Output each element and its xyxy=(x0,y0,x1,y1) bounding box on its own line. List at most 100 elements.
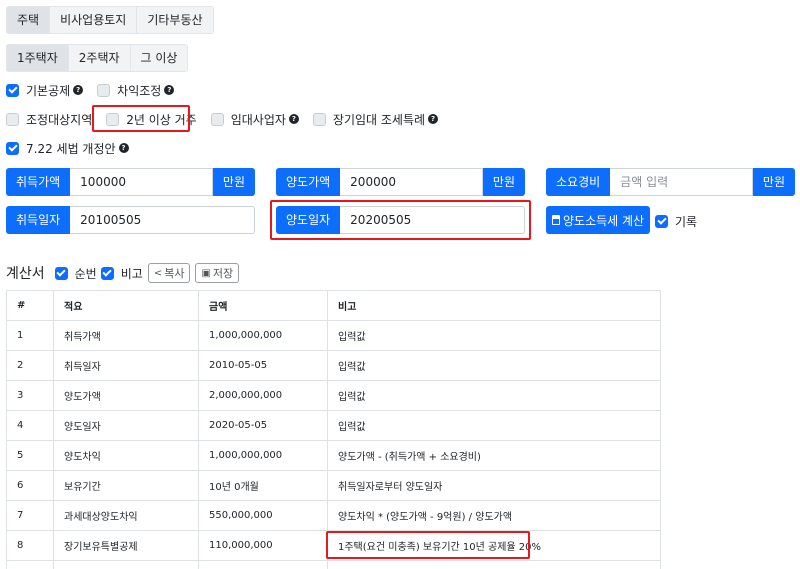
acquisition-date-label: 취득일자 xyxy=(6,206,71,234)
row-item: 양도일자 xyxy=(53,410,199,441)
tax-revision-checkbox[interactable]: 7.22 세법 개정안 ? xyxy=(6,140,129,157)
tab-one-house[interactable]: 1주택자 xyxy=(6,44,69,72)
copy-label: 복사 xyxy=(164,267,185,280)
rental-business-checkbox[interactable]: 임대사업자 ? xyxy=(210,111,299,128)
help-icon[interactable]: ? xyxy=(118,143,129,153)
basic-deduction-checkbox[interactable]: 기본공제 ? xyxy=(6,82,84,99)
gain-adjustment-label: 차익조정 xyxy=(117,83,162,98)
table-row: 1 취득가액 1,000,000,000 입력값 xyxy=(6,320,661,351)
house-count-tabs: 1주택자 2주택자 그 이상 xyxy=(6,44,189,72)
acquisition-price-unit: 만원 xyxy=(212,168,255,196)
header-number: # xyxy=(6,290,54,321)
checkbox-checked-icon[interactable] xyxy=(6,83,19,97)
gain-adjustment-checkbox[interactable]: 차익조정 ? xyxy=(97,82,175,99)
expenses-unit: 만원 xyxy=(752,168,795,196)
table-row: 4 양도일자 2020-05-05 입력값 xyxy=(6,410,661,441)
tab-two-houses[interactable]: 2주택자 xyxy=(68,44,131,72)
row-item: 취득가액 xyxy=(53,320,199,351)
acquisition-price-group: 취득가액 100000 만원 xyxy=(6,168,255,196)
show-seq-checkbox[interactable]: 순번 xyxy=(54,265,97,282)
checkbox-icon[interactable] xyxy=(97,83,111,97)
adjustment-area-checkbox[interactable]: 조정대상지역 xyxy=(6,111,92,128)
row-note: 양도차익 * (양도가액 - 9억원) / 양도가액 xyxy=(327,500,661,531)
row-number: 3 xyxy=(6,380,54,411)
options-row-3: 7.22 세법 개정안 ? xyxy=(6,138,143,158)
calculate-tax-label: 양도소득세 계산 xyxy=(563,213,645,228)
row-number: 1 xyxy=(6,320,54,351)
row-note: 양도가액 - (취득가액 + 소요경비) xyxy=(327,440,661,471)
acquisition-price-input[interactable]: 100000 xyxy=(70,168,213,196)
header-amount: 금액 xyxy=(198,290,328,321)
record-checkbox[interactable]: 기록 xyxy=(655,213,697,230)
checkbox-checked-icon[interactable] xyxy=(100,266,114,280)
row-note: 입력값 xyxy=(327,350,661,381)
statement-table: # 적요 금액 비고 1 취득가액 1,000,000,000 입력값 2 취득… xyxy=(6,290,661,569)
checkbox-checked-icon[interactable] xyxy=(655,215,668,228)
options-row-1: 기본공제 ? 차익조정 ? xyxy=(6,80,188,100)
help-icon[interactable]: ? xyxy=(288,114,299,124)
row-amount: 2020-05-05 xyxy=(198,410,328,441)
tab-non-business-land[interactable]: 비사업용토지 xyxy=(50,6,138,34)
tab-house[interactable]: 주택 xyxy=(6,6,51,34)
row-item: 과세대상양도차익 xyxy=(53,500,199,531)
row-note xyxy=(327,560,661,569)
highlight-residence-option xyxy=(92,105,190,132)
tax-revision-label: 7.22 세법 개정안 xyxy=(26,141,116,156)
help-icon[interactable]: ? xyxy=(73,85,84,95)
row-item: 장기보유특별공제 xyxy=(53,530,199,561)
row-note: 입력값 xyxy=(327,410,661,441)
rental-business-label: 임대사업자 xyxy=(230,112,286,127)
tab-more-houses[interactable]: 그 이상 xyxy=(130,44,189,72)
calculate-tax-button[interactable]: 양도소득세 계산 xyxy=(546,206,651,234)
expenses-group: 소요경비 금액 입력 만원 xyxy=(546,168,795,196)
table-row: 6 보유기간 10년 0개월 취득일자로부터 양도일자 xyxy=(6,470,661,501)
acquisition-date-group: 취득일자 20100505 xyxy=(6,206,255,234)
checkbox-icon[interactable] xyxy=(210,112,224,126)
acquisition-date-input[interactable]: 20100505 xyxy=(70,206,255,234)
checkbox-checked-icon[interactable] xyxy=(6,141,19,155)
row-amount xyxy=(198,560,328,569)
table-header-row: # 적요 금액 비고 xyxy=(6,290,661,321)
help-icon[interactable]: ? xyxy=(428,114,439,124)
header-item: 적요 xyxy=(53,290,199,321)
tab-other-real-estate[interactable]: 기타부동산 xyxy=(137,6,214,34)
table-row: 5 양도차익 1,000,000,000 양도가액 - (취득가액 + 소요경비… xyxy=(6,440,661,471)
statement-header: 계산서 순번 비고 < 복사 ▣ 저장 xyxy=(6,262,240,284)
basic-deduction-label: 기본공제 xyxy=(26,83,71,98)
statement-title: 계산서 xyxy=(6,266,45,282)
row-amount: 110,000,000 xyxy=(198,530,328,561)
row-amount: 1,000,000,000 xyxy=(198,440,328,471)
options-row-2: 조정대상지역 2년 이상 거주 임대사업자 ? 장기임대 조세특례 ? xyxy=(6,109,452,129)
checkbox-icon[interactable] xyxy=(6,112,19,126)
long-term-rental-label: 장기임대 조세특례 xyxy=(332,112,426,127)
table-row: 3 양도가액 2,000,000,000 입력값 xyxy=(6,380,661,411)
expenses-input[interactable]: 금액 입력 xyxy=(610,168,753,196)
show-note-checkbox[interactable]: 비고 xyxy=(100,265,143,282)
row-amount: 2010-05-05 xyxy=(198,350,328,381)
transfer-price-group: 양도가액 200000 만원 xyxy=(276,168,525,196)
checkbox-checked-icon[interactable] xyxy=(54,266,68,280)
transfer-price-input[interactable]: 200000 xyxy=(340,168,483,196)
save-button[interactable]: ▣ 저장 xyxy=(195,263,240,283)
calculator-icon xyxy=(552,215,560,225)
long-term-rental-checkbox[interactable]: 장기임대 조세특례 ? xyxy=(312,111,439,128)
row-item: 양도가액 xyxy=(53,380,199,411)
copy-button[interactable]: < 복사 xyxy=(147,263,191,283)
transfer-price-label: 양도가액 xyxy=(276,168,341,196)
row-note: 입력값 xyxy=(327,380,661,411)
highlight-deduction-note xyxy=(326,531,530,559)
row-note: 입력값 xyxy=(327,320,661,351)
row-number: 5 xyxy=(6,440,54,471)
table-row: 2 취득일자 2010-05-05 입력값 xyxy=(6,350,661,381)
checkbox-icon[interactable] xyxy=(312,112,326,126)
row-number: 8 xyxy=(6,530,54,561)
expenses-label: 소요경비 xyxy=(546,168,611,196)
row-note: 취득일자로부터 양도일자 xyxy=(327,470,661,501)
table-row xyxy=(6,560,661,569)
header-note: 비고 xyxy=(327,290,661,321)
help-icon[interactable]: ? xyxy=(164,85,175,95)
adjustment-area-label: 조정대상지역 xyxy=(26,112,93,127)
show-seq-label: 순번 xyxy=(74,266,97,281)
row-number: 2 xyxy=(6,350,54,381)
acquisition-price-label: 취득가액 xyxy=(6,168,71,196)
